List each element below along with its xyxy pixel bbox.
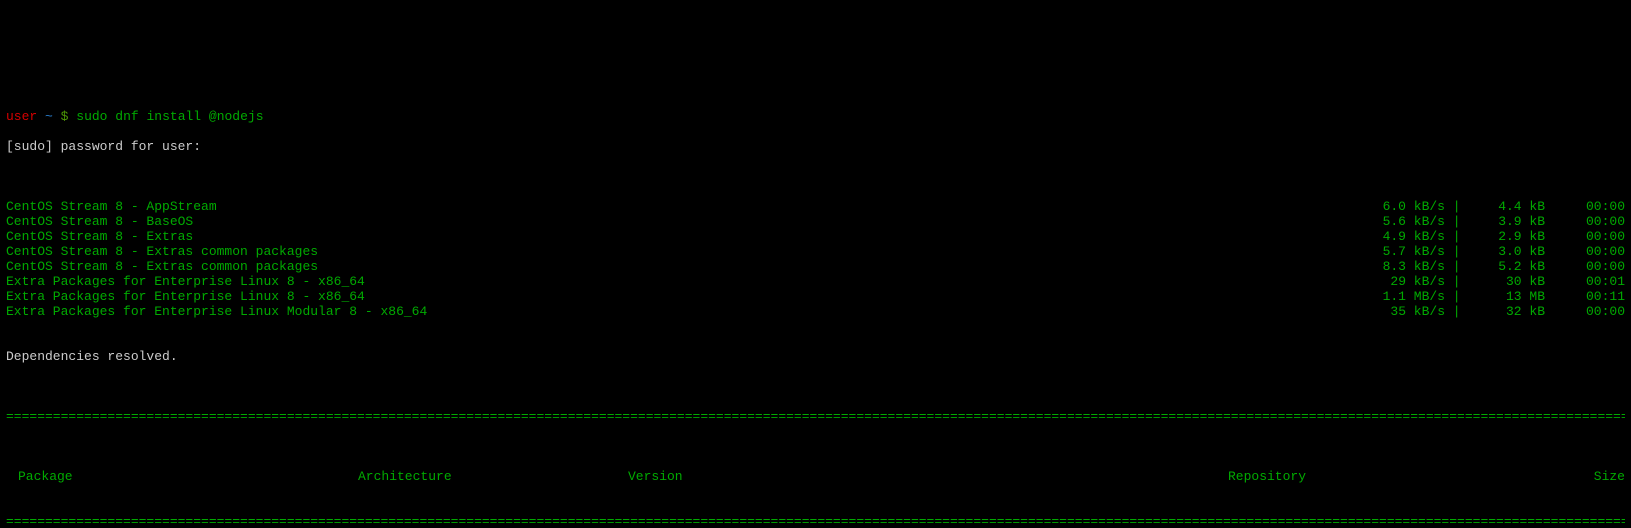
repo-speed: 4.9 kB/s (1365, 229, 1445, 244)
header-package: Package (18, 469, 358, 484)
repo-size: 13 MB (1465, 289, 1565, 304)
repo-name: CentOS Stream 8 - AppStream (6, 199, 1365, 214)
prompt-line: user ~ $ sudo dnf install @nodejs (6, 94, 1625, 124)
repo-name: Extra Packages for Enterprise Linux 8 - … (6, 289, 1365, 304)
repo-time: 00:01 (1565, 274, 1625, 289)
prompt-tilde: ~ (45, 109, 53, 124)
repo-sep: | (1445, 229, 1465, 244)
repo-row: CentOS Stream 8 - Extras common packages… (6, 244, 1625, 259)
sudo-password-line: [sudo] password for user: (6, 139, 1625, 154)
prompt-command: sudo dnf install @nodejs (76, 109, 263, 124)
repo-name: CentOS Stream 8 - Extras common packages (6, 244, 1365, 259)
repo-row: Extra Packages for Enterprise Linux 8 - … (6, 289, 1625, 304)
repo-time: 00:00 (1565, 229, 1625, 244)
repo-time: 00:11 (1565, 289, 1625, 304)
repo-row: Extra Packages for Enterprise Linux 8 - … (6, 274, 1625, 289)
header-size: Size (1468, 469, 1625, 484)
deps-resolved: Dependencies resolved. (6, 349, 1625, 364)
repo-row: CentOS Stream 8 - Extras common packages… (6, 259, 1625, 274)
repo-speed: 29 kB/s (1365, 274, 1445, 289)
prompt-user: user (6, 109, 37, 124)
repo-name: CentOS Stream 8 - Extras (6, 229, 1365, 244)
repo-size: 2.9 kB (1465, 229, 1565, 244)
repo-time: 00:00 (1565, 199, 1625, 214)
repo-row: CentOS Stream 8 - Extras4.9 kB/s | 2.9 k… (6, 229, 1625, 244)
repo-row: Extra Packages for Enterprise Linux Modu… (6, 304, 1625, 319)
repo-speed: 5.6 kB/s (1365, 214, 1445, 229)
prompt-dollar: $ (61, 109, 69, 124)
header-arch: Architecture (358, 469, 628, 484)
divider: ========================================… (6, 409, 1625, 424)
table-header: Package Architecture Version Repository … (6, 469, 1625, 484)
repo-sep: | (1445, 289, 1465, 304)
repo-sep: | (1445, 244, 1465, 259)
repo-time: 00:00 (1565, 214, 1625, 229)
repo-size: 5.2 kB (1465, 259, 1565, 274)
repo-time: 00:00 (1565, 244, 1625, 259)
repo-row: CentOS Stream 8 - AppStream6.0 kB/s | 4.… (6, 199, 1625, 214)
repo-size: 30 kB (1465, 274, 1565, 289)
repo-name: CentOS Stream 8 - BaseOS (6, 214, 1365, 229)
repo-time: 00:00 (1565, 304, 1625, 319)
divider: ========================================… (6, 514, 1625, 528)
repo-size: 3.9 kB (1465, 214, 1565, 229)
repo-speed: 1.1 MB/s (1365, 289, 1445, 304)
repo-row: CentOS Stream 8 - BaseOS5.6 kB/s | 3.9 k… (6, 214, 1625, 229)
repo-sep: | (1445, 199, 1465, 214)
repo-sep: | (1445, 259, 1465, 274)
repo-size: 32 kB (1465, 304, 1565, 319)
header-repo: Repository (1228, 469, 1468, 484)
repo-name: Extra Packages for Enterprise Linux 8 - … (6, 274, 1365, 289)
repo-time: 00:00 (1565, 259, 1625, 274)
repo-speed: 6.0 kB/s (1365, 199, 1445, 214)
repo-speed: 5.7 kB/s (1365, 244, 1445, 259)
repo-sep: | (1445, 214, 1465, 229)
repo-name: Extra Packages for Enterprise Linux Modu… (6, 304, 1365, 319)
repo-size: 3.0 kB (1465, 244, 1565, 259)
header-version: Version (628, 469, 1228, 484)
repo-name: CentOS Stream 8 - Extras common packages (6, 259, 1365, 274)
repo-sep: | (1445, 274, 1465, 289)
repo-size: 4.4 kB (1465, 199, 1565, 214)
repo-speed: 8.3 kB/s (1365, 259, 1445, 274)
repo-sep: | (1445, 304, 1465, 319)
repo-speed: 35 kB/s (1365, 304, 1445, 319)
